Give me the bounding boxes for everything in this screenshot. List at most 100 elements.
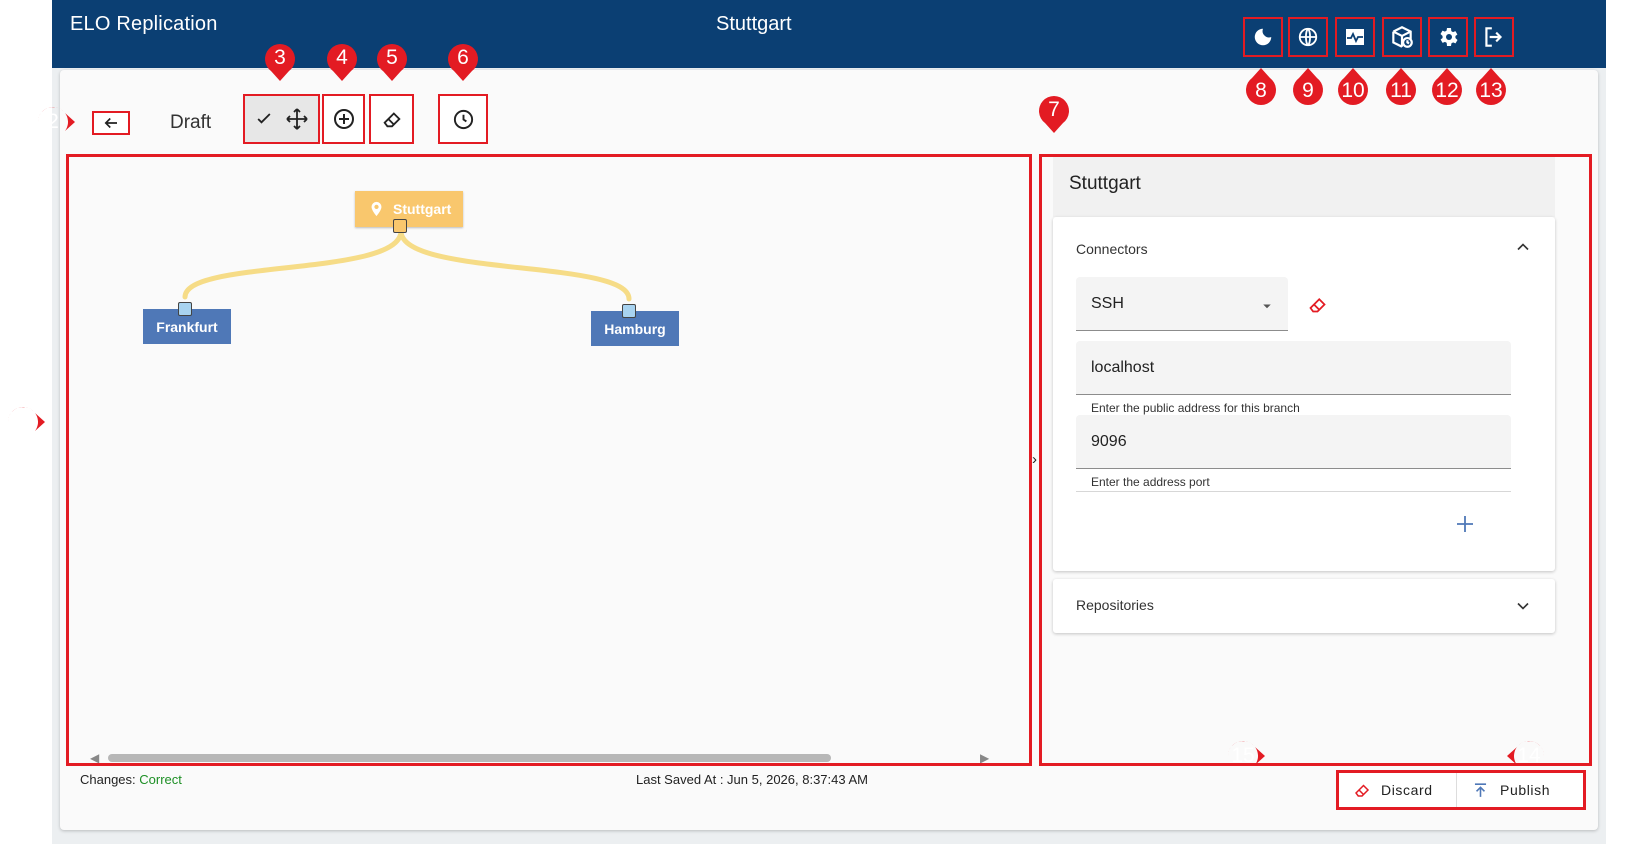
discard-label: Discard bbox=[1381, 782, 1433, 798]
remove-connector-eraser-icon[interactable] bbox=[1307, 294, 1328, 315]
annotation-number: 5 bbox=[386, 46, 398, 69]
status-label: Draft bbox=[170, 112, 212, 133]
screen: ELO Replication Stuttgart Draft Stuttgar… bbox=[0, 0, 1638, 844]
eraser-icon bbox=[382, 112, 401, 128]
branch-node-label: Stuttgart bbox=[393, 201, 452, 217]
annotation-number: 11 bbox=[1390, 79, 1412, 102]
annotation-marker: 11 bbox=[1378, 68, 1424, 114]
graph-connections bbox=[182, 228, 632, 302]
collapse-panel-arrow[interactable]: › bbox=[1032, 451, 1037, 468]
add-connector-icon[interactable] bbox=[1453, 512, 1477, 536]
repositories-accordion: Repositories bbox=[1053, 579, 1555, 633]
selected-protocol: SSH bbox=[1091, 295, 1124, 312]
annotation-marker: 5 bbox=[369, 35, 415, 81]
annotation-marker: 10 bbox=[1330, 68, 1376, 114]
move-icon bbox=[286, 108, 308, 130]
annotation-marker: 9 bbox=[1285, 68, 1331, 114]
annotation-number: 12 bbox=[1435, 79, 1459, 102]
discard-button[interactable]: Discard bbox=[1339, 773, 1457, 807]
language-button[interactable] bbox=[1288, 17, 1328, 57]
changes-label: Changes: bbox=[80, 772, 136, 787]
add-node-button[interactable] bbox=[322, 94, 365, 144]
connection-handle[interactable] bbox=[622, 304, 636, 318]
branch-details-panel: Stuttgart Connectors SSH localhost Enter… bbox=[1039, 154, 1592, 766]
annotation-number: 7 bbox=[1048, 98, 1060, 121]
annotation-marker: 12 bbox=[1424, 68, 1470, 114]
changes-value: Correct bbox=[139, 772, 182, 787]
scroll-right-arrow[interactable]: ▶ bbox=[980, 751, 989, 763]
health-monitor-button[interactable] bbox=[1335, 17, 1375, 57]
annotation-marker: 8 bbox=[1238, 68, 1284, 114]
settings-button[interactable] bbox=[1428, 17, 1468, 57]
branch-node-label: Hamburg bbox=[604, 320, 666, 337]
logout-button[interactable] bbox=[1474, 17, 1514, 57]
annotation-marker: 7 bbox=[1031, 87, 1077, 133]
repositories-title[interactable]: Repositories bbox=[1076, 597, 1154, 613]
package-history-button[interactable] bbox=[1382, 17, 1422, 57]
annotation-number: 8 bbox=[1255, 79, 1267, 102]
connection-handle[interactable] bbox=[178, 302, 192, 316]
annotation-number: 4 bbox=[336, 46, 348, 69]
branch-graph-canvas[interactable]: Stuttgart Frankfurt Hamburg ◀ ▶ bbox=[66, 154, 1032, 766]
annotation-marker: 4 bbox=[319, 35, 365, 81]
annotation-number: 2 bbox=[47, 110, 59, 133]
annotation-number: 6 bbox=[457, 46, 469, 69]
theme-toggle-button[interactable] bbox=[1243, 17, 1283, 57]
eraser-icon bbox=[1355, 784, 1370, 797]
annotation-number: 1 bbox=[17, 410, 29, 433]
annotation-marker: 2 bbox=[30, 99, 76, 145]
connector-divider bbox=[1076, 491, 1511, 492]
address-field[interactable]: localhost bbox=[1076, 341, 1511, 395]
globe-icon bbox=[1298, 27, 1318, 47]
annotation-number: 9 bbox=[1302, 79, 1314, 102]
plus-circle-icon bbox=[333, 109, 354, 129]
check-icon bbox=[257, 113, 271, 124]
gear-icon bbox=[1440, 28, 1458, 46]
port-value: 9096 bbox=[1091, 433, 1127, 450]
scroll-left-arrow[interactable]: ◀ bbox=[90, 751, 99, 763]
active-branch-title: Stuttgart bbox=[716, 13, 792, 35]
branch-node-stuttgart[interactable]: Stuttgart bbox=[355, 191, 463, 227]
annotation-marker: 6 bbox=[440, 35, 486, 81]
annotation-number: 3 bbox=[274, 46, 286, 69]
chevron-up-icon[interactable] bbox=[1513, 237, 1533, 257]
changes-status: Changes: Correct bbox=[80, 772, 182, 787]
branch-node-label: Frankfurt bbox=[156, 318, 218, 335]
logout-icon bbox=[1485, 27, 1503, 47]
address-hint: Enter the public address for this branch bbox=[1091, 401, 1300, 415]
moon-icon bbox=[1254, 28, 1272, 46]
annotation-number: 15 bbox=[1231, 744, 1255, 767]
chevron-down-icon bbox=[1263, 304, 1271, 309]
annotation-marker: 14 bbox=[1506, 733, 1552, 779]
port-field[interactable]: 9096 bbox=[1076, 415, 1511, 469]
details-title: Stuttgart bbox=[1053, 157, 1555, 217]
annotation-marker: 13 bbox=[1468, 68, 1514, 114]
chevron-down-icon[interactable] bbox=[1513, 596, 1533, 616]
connector-protocol-select[interactable]: SSH bbox=[1076, 277, 1288, 331]
connection-handle[interactable] bbox=[393, 219, 407, 233]
package-clock-icon bbox=[1392, 26, 1413, 48]
port-hint: Enter the address port bbox=[1091, 475, 1210, 489]
back-button[interactable] bbox=[92, 111, 130, 135]
clock-icon bbox=[453, 109, 473, 129]
publish-label: Publish bbox=[1500, 782, 1551, 798]
annotation-marker: 15 bbox=[1220, 733, 1266, 779]
last-saved-text: Last Saved At : Jun 5, 2026, 8:37:43 AM bbox=[636, 772, 868, 787]
location-pin-icon bbox=[371, 201, 382, 217]
connectors-title[interactable]: Connectors bbox=[1076, 241, 1148, 257]
horizontal-scrollbar[interactable] bbox=[108, 754, 831, 762]
history-button[interactable] bbox=[438, 94, 488, 144]
annotation-marker: 1 bbox=[0, 399, 46, 445]
annotation-marker: 3 bbox=[257, 35, 303, 81]
annotation-number: 14 bbox=[1517, 744, 1541, 767]
arrow-left-icon bbox=[104, 117, 117, 129]
address-value: localhost bbox=[1091, 359, 1155, 376]
publish-icon bbox=[1474, 782, 1487, 797]
connectors-accordion: Connectors SSH localhost Enter the publi… bbox=[1053, 217, 1555, 571]
select-move-mode-button[interactable] bbox=[243, 94, 320, 144]
heartbeat-monitor-icon bbox=[1346, 29, 1364, 45]
annotation-number: 13 bbox=[1479, 79, 1503, 102]
erase-button[interactable] bbox=[369, 94, 414, 144]
annotation-number: 10 bbox=[1341, 79, 1365, 102]
app-title: ELO Replication bbox=[70, 13, 218, 35]
